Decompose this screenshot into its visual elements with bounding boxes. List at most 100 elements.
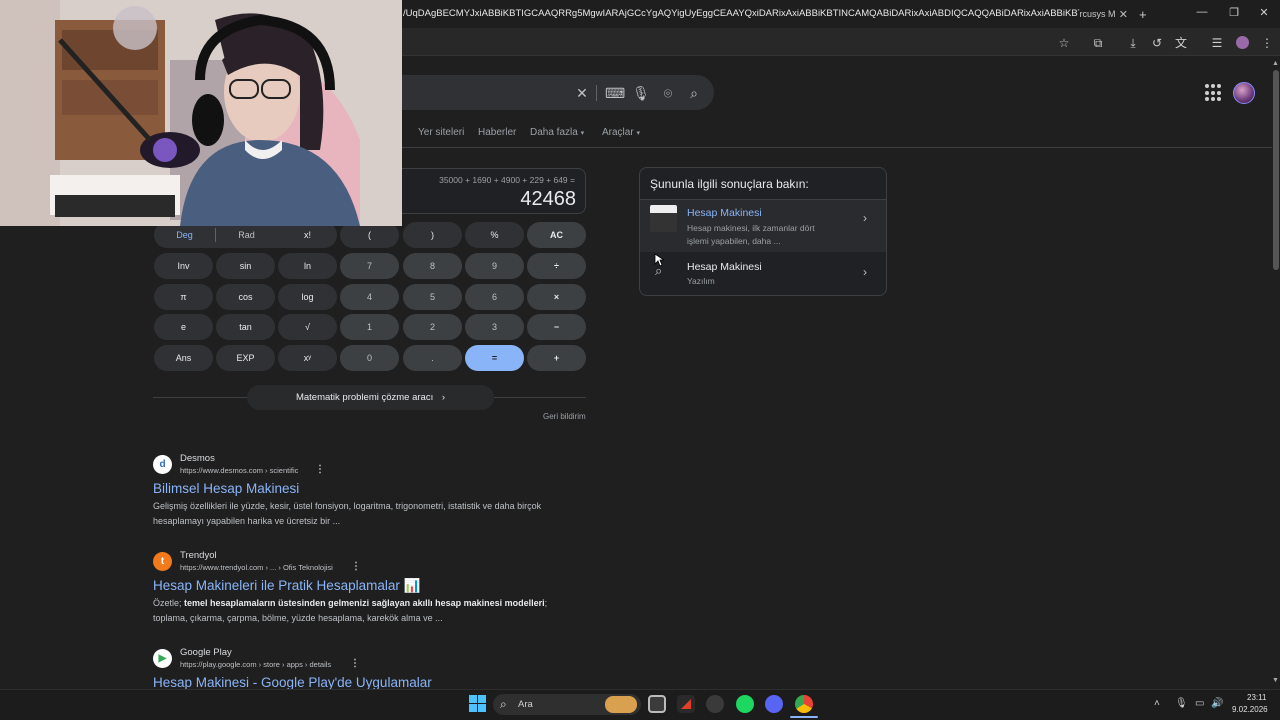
calc-key[interactable]: xʸ bbox=[278, 345, 337, 371]
scrollbar-thumb[interactable] bbox=[1273, 70, 1279, 270]
profile-icon[interactable] bbox=[1233, 34, 1251, 52]
calc-key[interactable]: 2 bbox=[403, 314, 462, 340]
nav-tab-sites[interactable]: Yer siteleri bbox=[418, 127, 464, 138]
menu-icon[interactable]: ⋮ bbox=[1258, 34, 1276, 52]
calc-key[interactable]: 3 bbox=[465, 314, 524, 340]
lens-icon[interactable]: ⌾ bbox=[659, 84, 677, 102]
related-item-title[interactable]: Hesap Makinesi bbox=[687, 261, 762, 273]
more-options-icon[interactable]: ⋮ bbox=[315, 464, 325, 475]
close-tab-icon[interactable]: ✕ bbox=[1119, 8, 1128, 21]
clear-icon[interactable]: ✕ bbox=[573, 84, 591, 102]
calc-key[interactable]: EXP bbox=[216, 345, 275, 371]
nav-tab-tools[interactable]: Araçlar ▾ bbox=[602, 127, 640, 138]
close-window-icon[interactable]: ✕ bbox=[1256, 6, 1272, 19]
calc-key[interactable]: . bbox=[403, 345, 462, 371]
windows-start-icon[interactable] bbox=[469, 695, 486, 712]
chevron-right-icon: › bbox=[863, 265, 867, 279]
calc-key[interactable]: 8 bbox=[403, 253, 462, 279]
desmos-favicon: d bbox=[153, 455, 172, 474]
chevron-right-icon: › bbox=[863, 211, 867, 225]
result-site-name: Trendyol bbox=[180, 550, 217, 561]
discord-icon[interactable] bbox=[765, 695, 783, 713]
mouse-cursor-icon bbox=[654, 253, 664, 267]
address-bar[interactable]: /UqDAgBECMYJxiABBiKBTIGCAAQRRg5MgwIARAjG… bbox=[395, 2, 1080, 26]
calc-key[interactable]: e bbox=[154, 314, 213, 340]
show-hidden-icons-icon[interactable]: ˄ bbox=[1154, 698, 1160, 709]
result-title[interactable]: Bilimsel Hesap Makinesi bbox=[153, 481, 299, 496]
result-snippet: Özetle; temel hesaplamaların üstesinden … bbox=[153, 598, 548, 623]
calc-key[interactable]: tan bbox=[216, 314, 275, 340]
calc-key[interactable]: ln bbox=[278, 253, 337, 279]
calc-key[interactable]: 4 bbox=[340, 284, 399, 310]
calc-key[interactable]: = bbox=[465, 345, 524, 371]
network-icon[interactable]: ▭ bbox=[1195, 698, 1204, 709]
calc-key[interactable]: cos bbox=[216, 284, 275, 310]
calc-key[interactable]: √ bbox=[278, 314, 337, 340]
scroll-up-icon[interactable]: ▲ bbox=[1272, 60, 1279, 67]
history-icon[interactable]: ↺ bbox=[1148, 34, 1166, 52]
calc-key[interactable]: ) bbox=[403, 222, 462, 248]
search-icon[interactable]: ⌕ bbox=[685, 84, 703, 102]
translate-icon[interactable]: 文 bbox=[1172, 34, 1190, 52]
task-view-icon[interactable] bbox=[648, 695, 666, 713]
calc-key[interactable]: 9 bbox=[465, 253, 524, 279]
result-snippet: Gelişmiş özellikleri ile yüzde, kesir, ü… bbox=[153, 501, 542, 526]
microphone-icon[interactable]: 🎙 bbox=[632, 84, 650, 102]
caret-down-icon: ▾ bbox=[636, 130, 640, 137]
restore-icon[interactable]: ❐ bbox=[1226, 6, 1242, 19]
nav-tab-news[interactable]: Haberler bbox=[478, 127, 516, 138]
result-url[interactable]: https://www.trendyol.com › ... › Ofis Te… bbox=[180, 563, 333, 572]
related-item-software[interactable] bbox=[640, 253, 886, 295]
avatar[interactable] bbox=[1233, 82, 1255, 104]
calc-key[interactable]: 5 bbox=[403, 284, 462, 310]
calculator-thumbnail bbox=[650, 205, 677, 232]
extensions-icon[interactable]: ⧉ bbox=[1089, 34, 1107, 52]
active-app-indicator bbox=[790, 716, 818, 718]
app-icon[interactable] bbox=[677, 695, 695, 713]
calc-key[interactable]: π bbox=[154, 284, 213, 310]
calc-key[interactable]: 7 bbox=[340, 253, 399, 279]
game-app-icon[interactable] bbox=[706, 695, 724, 713]
clock-time[interactable]: 23:11 bbox=[1247, 693, 1266, 702]
calc-key[interactable]: − bbox=[527, 314, 586, 340]
result-title[interactable]: Hesap Makineleri ile Pratik Hesaplamalar… bbox=[153, 578, 420, 594]
minimize-icon[interactable]: — bbox=[1194, 6, 1210, 18]
search-icon: ⌕ bbox=[500, 697, 507, 711]
scroll-down-icon[interactable]: ▼ bbox=[1272, 677, 1279, 684]
volume-icon[interactable]: 🔊 bbox=[1211, 698, 1223, 709]
calc-key[interactable]: Ans bbox=[154, 345, 213, 371]
calc-key[interactable]: 6 bbox=[465, 284, 524, 310]
calc-key[interactable]: × bbox=[527, 284, 586, 310]
more-options-icon[interactable]: ⋮ bbox=[351, 561, 361, 572]
calc-key[interactable]: ÷ bbox=[527, 253, 586, 279]
nav-tab-more[interactable]: Daha fazla ▾ bbox=[530, 127, 584, 138]
calc-key[interactable]: log bbox=[278, 284, 337, 310]
calc-key[interactable]: sin bbox=[216, 253, 275, 279]
calc-key[interactable]: Inv bbox=[154, 253, 213, 279]
related-item-title[interactable]: Hesap Makinesi bbox=[687, 207, 762, 219]
calc-key[interactable]: AC bbox=[527, 222, 586, 248]
reading-list-icon[interactable]: ☰ bbox=[1208, 34, 1226, 52]
calc-key[interactable]: 0 bbox=[340, 345, 399, 371]
keyboard-icon[interactable]: ⌨ bbox=[605, 84, 625, 102]
related-results-header: Şununla ilgili sonuçlara bakın: bbox=[650, 177, 809, 191]
math-solver-button[interactable]: Matematik problemi çözme aracı › bbox=[247, 385, 494, 410]
calc-key[interactable]: % bbox=[465, 222, 524, 248]
bookmark-star-icon[interactable]: ☆ bbox=[1055, 34, 1073, 52]
related-item-subtitle: Hesap makinesi, ilk zamanlar dört işlemi… bbox=[687, 223, 815, 246]
chrome-icon[interactable] bbox=[795, 695, 813, 713]
result-title[interactable]: Hesap Makinesi - Google Play'de Uygulama… bbox=[153, 675, 432, 690]
result-url[interactable]: https://play.google.com › store › apps ›… bbox=[180, 660, 331, 669]
search-highlight-image bbox=[605, 696, 637, 713]
calc-key[interactable]: + bbox=[527, 345, 586, 371]
download-icon[interactable]: ⤓ bbox=[1124, 34, 1142, 52]
spotify-icon[interactable] bbox=[736, 695, 754, 713]
more-options-icon[interactable]: ⋮ bbox=[350, 658, 360, 669]
microphone-icon[interactable]: 🎙 bbox=[1175, 698, 1188, 709]
calc-key[interactable]: 1 bbox=[340, 314, 399, 340]
clock-date[interactable]: 9.02.2026 bbox=[1232, 705, 1268, 714]
new-tab-button[interactable]: + bbox=[1135, 4, 1151, 24]
feedback-link[interactable]: Geri bildirim bbox=[543, 412, 586, 421]
result-url[interactable]: https://www.desmos.com › scientific bbox=[180, 466, 298, 475]
apps-grid-icon[interactable] bbox=[1205, 84, 1223, 102]
